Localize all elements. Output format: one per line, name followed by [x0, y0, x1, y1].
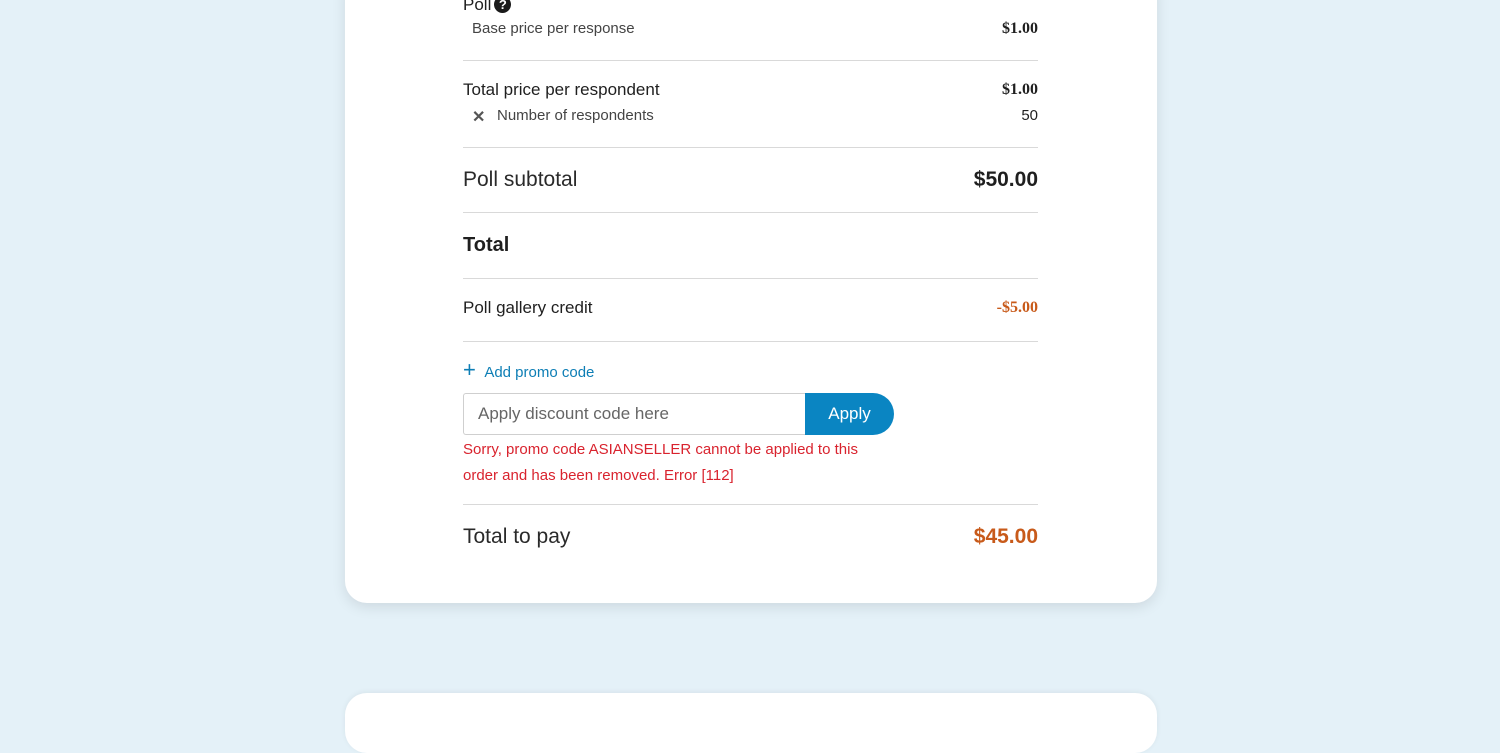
add-promo-code-label: Add promo code — [484, 364, 595, 381]
apply-button[interactable]: Apply — [805, 393, 894, 435]
add-promo-code-link[interactable]: + Add promo code — [463, 359, 595, 382]
divider — [463, 60, 1038, 61]
poll-gallery-credit-value: -$5.00 — [996, 299, 1038, 316]
poll-subtotal-value: $50.00 — [973, 168, 1038, 191]
base-price-label: Base price per response — [472, 20, 635, 37]
promo-code-input[interactable] — [463, 393, 805, 435]
divider — [463, 147, 1038, 148]
poll-title: Poll — [463, 0, 492, 14]
base-price-value: $1.00 — [1002, 20, 1038, 37]
plus-icon: + — [463, 357, 476, 382]
total-to-pay-label: Total to pay — [463, 525, 571, 548]
number-of-respondents-value: 50 — [1021, 107, 1038, 124]
total-to-pay-value: $45.00 — [973, 525, 1038, 548]
divider — [463, 278, 1038, 279]
total-heading: Total — [463, 234, 510, 256]
multiply-icon: ✕ — [472, 109, 486, 126]
number-of-respondents-label: Number of respondents — [497, 107, 654, 124]
poll-heading: Poll? — [463, 0, 512, 16]
divider — [463, 212, 1038, 213]
poll-subtotal-label: Poll subtotal — [463, 168, 578, 191]
total-price-per-respondent-label: Total price per respondent — [463, 80, 660, 99]
help-icon[interactable]: ? — [494, 0, 512, 13]
total-price-per-respondent-value: $1.00 — [1002, 81, 1038, 98]
divider — [463, 504, 1038, 505]
divider — [463, 341, 1038, 342]
promo-error-message: Sorry, promo code ASIANSELLER cannot be … — [463, 441, 858, 484]
next-section-card — [345, 693, 1157, 753]
poll-gallery-credit-label: Poll gallery credit — [463, 298, 593, 317]
